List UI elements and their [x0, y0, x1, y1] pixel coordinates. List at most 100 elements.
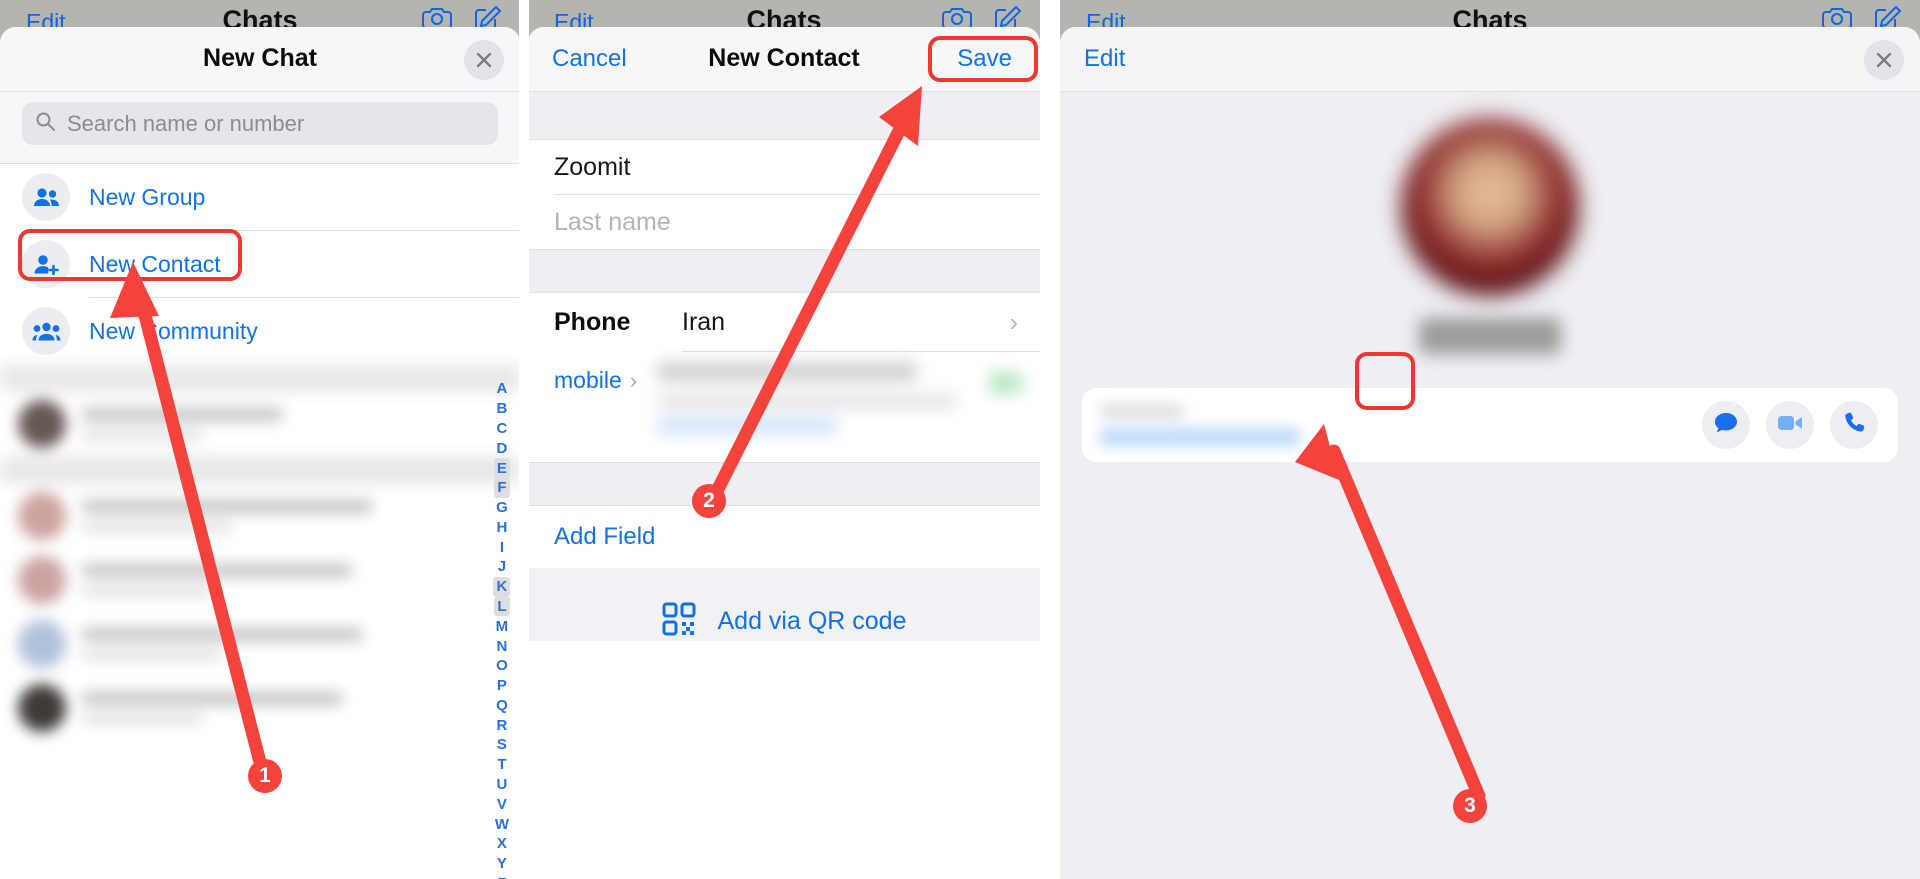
- new-community-label: New Community: [89, 317, 258, 344]
- alphabet-index-letter[interactable]: C: [493, 419, 510, 439]
- contact-action-card: [1082, 388, 1898, 462]
- close-button[interactable]: [464, 40, 504, 80]
- avatar: [18, 492, 66, 540]
- phone-country-value: Iran: [682, 307, 726, 336]
- panel-divider: [1040, 0, 1050, 879]
- avatar: [18, 620, 66, 668]
- alphabet-index-letter[interactable]: M: [493, 616, 512, 636]
- contact-card-header: Edit: [1060, 27, 1920, 92]
- phone-number-row[interactable]: mobile ›: [528, 352, 1040, 462]
- search-bar[interactable]: Search name or number: [0, 92, 520, 164]
- video-call-button[interactable]: [1766, 401, 1814, 449]
- alphabet-index-letter[interactable]: N: [493, 636, 510, 656]
- new-contact-row[interactable]: New Contact: [0, 231, 520, 297]
- avatar: [1401, 118, 1579, 296]
- avatar: [18, 400, 66, 448]
- list-item[interactable]: [0, 392, 520, 456]
- phone-country-row[interactable]: Phone Iran ›: [528, 293, 1040, 351]
- panel-divider: [519, 0, 529, 879]
- list-item[interactable]: [0, 548, 520, 612]
- alphabet-index-letter[interactable]: F: [494, 477, 510, 498]
- last-name-field[interactable]: Last name: [528, 195, 1040, 249]
- phone-type-text: mobile: [554, 367, 622, 393]
- search-input[interactable]: Search name or number: [22, 102, 498, 145]
- close-button[interactable]: [1864, 40, 1904, 80]
- list-item[interactable]: [0, 484, 520, 548]
- new-chat-sheet: New Chat Search name or number New Group…: [0, 27, 520, 879]
- alphabet-index-letter[interactable]: Q: [493, 696, 511, 716]
- new-contact-header: Cancel New Contact Save: [528, 27, 1040, 92]
- alphabet-index-letter[interactable]: T: [494, 755, 509, 775]
- alphabet-index-letter[interactable]: E: [493, 458, 510, 478]
- chevron-right-icon: ›: [1009, 306, 1018, 337]
- alphabet-index-letter[interactable]: X: [494, 834, 510, 854]
- add-via-qr-label: Add via QR code: [717, 607, 907, 635]
- video-camera-icon: [1777, 413, 1803, 438]
- alphabet-index[interactable]: ABCDEFGHIJKLMNOPQRSTUVWXYZ: [492, 379, 512, 879]
- qr-section: Add via QR code: [528, 568, 1040, 641]
- step-badge-3: 3: [1453, 789, 1487, 823]
- alphabet-index-letter[interactable]: S: [494, 735, 510, 755]
- phone-number-blurred: [657, 358, 989, 434]
- search-icon: [35, 111, 56, 137]
- alphabet-index-letter[interactable]: D: [493, 438, 510, 458]
- step-badge-2: 2: [692, 484, 726, 518]
- new-group-row[interactable]: New Group: [0, 164, 520, 230]
- new-chat-header: New Chat: [0, 27, 520, 92]
- new-contact-label: New Contact: [89, 250, 221, 277]
- last-name-placeholder: Last name: [554, 207, 671, 236]
- alphabet-index-letter[interactable]: G: [493, 498, 511, 518]
- alphabet-index-letter[interactable]: H: [493, 517, 510, 537]
- alphabet-index-letter[interactable]: K: [493, 576, 511, 597]
- alphabet-index-letter[interactable]: V: [494, 794, 510, 814]
- person-add-icon: [22, 240, 70, 288]
- alphabet-index-letter[interactable]: A: [493, 379, 510, 399]
- alphabet-index-letter[interactable]: W: [492, 814, 512, 834]
- edit-button[interactable]: Edit: [1084, 45, 1125, 73]
- list-item[interactable]: [0, 676, 520, 740]
- new-contact-sheet: Cancel New Contact Save Zoomit Last name…: [528, 27, 1040, 879]
- alphabet-index-letter[interactable]: Y: [494, 854, 510, 874]
- step-badge-1: 1: [248, 759, 282, 793]
- close-icon: [474, 50, 494, 70]
- alphabet-index-letter[interactable]: J: [495, 557, 509, 577]
- form-spacer: [528, 249, 1040, 293]
- alphabet-index-letter[interactable]: O: [493, 656, 511, 676]
- group-icon: [22, 173, 70, 221]
- new-community-row[interactable]: New Community: [0, 298, 520, 364]
- form-spacer: [528, 92, 1040, 140]
- alphabet-index-letter[interactable]: I: [497, 537, 507, 557]
- save-button[interactable]: Save: [957, 45, 1012, 73]
- alphabet-index-letter[interactable]: U: [493, 775, 510, 795]
- alphabet-index-letter[interactable]: L: [494, 596, 510, 617]
- page-title: New Chat: [203, 44, 317, 72]
- list-section-header: [0, 364, 520, 392]
- contact-phone-blurred: [1100, 404, 1310, 446]
- alphabet-index-letter[interactable]: R: [493, 715, 510, 735]
- verified-badge-blurred: [988, 372, 1022, 394]
- message-button[interactable]: [1702, 401, 1750, 449]
- contact-name-blurred: [1419, 318, 1561, 354]
- screenshot-stage: Edit Chats New Chat Search name or numbe…: [0, 0, 1920, 879]
- contact-card-sheet: Edit: [1060, 27, 1920, 879]
- add-via-qr-button[interactable]: Add via QR code: [528, 602, 1040, 641]
- alphabet-index-letter[interactable]: Z: [494, 874, 509, 879]
- list-item[interactable]: [0, 612, 520, 676]
- community-icon: [22, 307, 70, 355]
- phone-label: Phone: [554, 307, 631, 336]
- alphabet-index-letter[interactable]: B: [493, 399, 510, 419]
- add-field-row[interactable]: Add Field: [528, 506, 1040, 568]
- chevron-right-icon: ›: [629, 367, 638, 393]
- voice-call-button[interactable]: [1830, 401, 1878, 449]
- message-bubble-icon: [1713, 411, 1739, 440]
- first-name-value: Zoomit: [554, 152, 631, 181]
- alphabet-index-letter[interactable]: P: [494, 676, 510, 696]
- panel-new-chat: Edit Chats New Chat Search name or numbe…: [0, 0, 520, 879]
- contact-card-body: [1060, 92, 1920, 879]
- phone-type-label[interactable]: mobile ›: [554, 358, 637, 394]
- form-spacer: [528, 462, 1040, 506]
- qr-code-icon: [662, 602, 696, 641]
- list-section-header: [0, 456, 520, 484]
- avatar: [18, 556, 66, 604]
- first-name-field[interactable]: Zoomit: [528, 140, 1040, 194]
